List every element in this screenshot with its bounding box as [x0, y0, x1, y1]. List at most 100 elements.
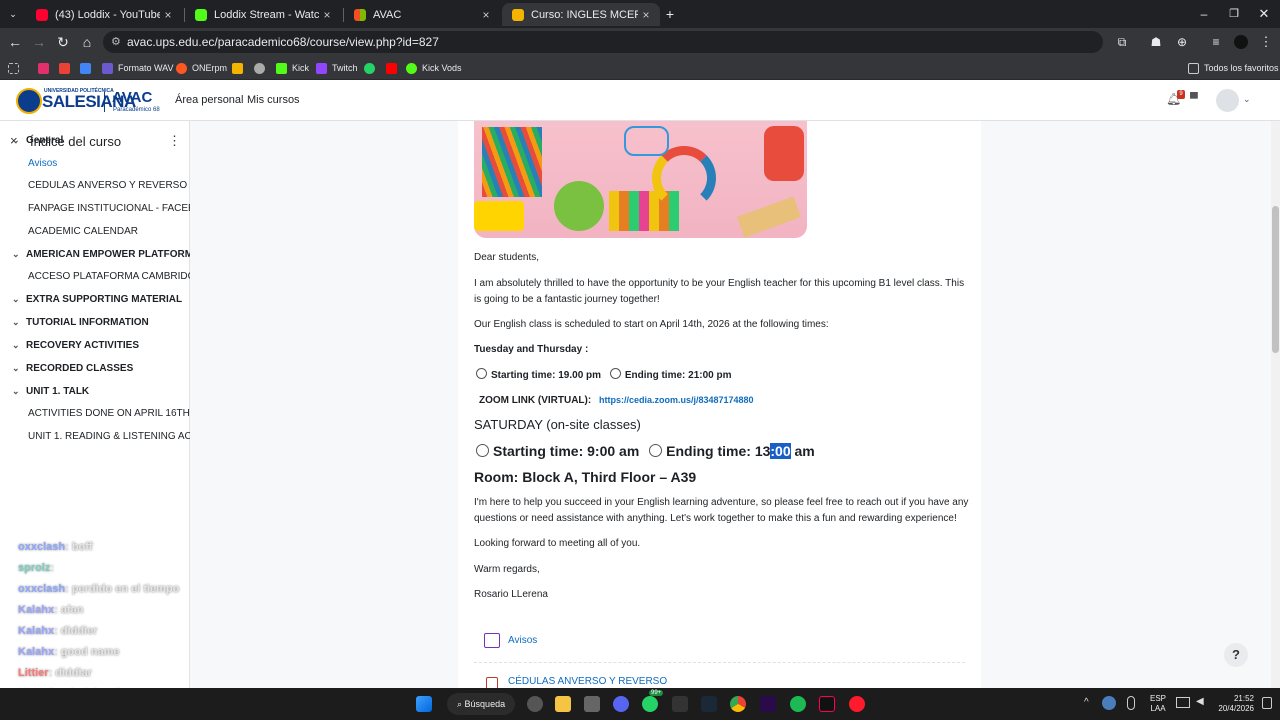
bookmark-onerpm[interactable]: ONErpm: [176, 61, 227, 75]
chevron-down-icon[interactable]: ⌄: [12, 340, 20, 351]
activity-avisos-link[interactable]: Avisos: [508, 635, 537, 646]
app-icon[interactable]: [584, 696, 600, 712]
tab-course[interactable]: Curso: INGLES MCER B1 13027 ×: [502, 3, 660, 26]
premiere-icon[interactable]: [760, 696, 776, 712]
chrome-icon[interactable]: [730, 696, 746, 712]
extension-icon[interactable]: ☗: [1148, 34, 1164, 50]
extensions-icon[interactable]: ⧉: [1114, 34, 1130, 50]
course-section[interactable]: ⌄ General: [0, 135, 190, 146]
help-button[interactable]: ?: [1224, 643, 1248, 667]
bookmark-gmail[interactable]: [59, 61, 75, 75]
chevron-down-icon[interactable]: ⌄: [12, 294, 20, 305]
apps-icon[interactable]: [8, 61, 24, 75]
chevron-down-icon[interactable]: ⌄: [12, 135, 20, 146]
tab-youtube[interactable]: (43) Loddix - YouTube ×: [26, 3, 182, 26]
close-icon[interactable]: ×: [160, 8, 176, 22]
address-bar[interactable]: ⚙ avac.ups.edu.ec/paracademico68/course/…: [103, 31, 1103, 53]
close-icon[interactable]: ×: [319, 8, 335, 22]
chevron-down-icon[interactable]: ⌄: [12, 249, 20, 260]
chevron-down-icon[interactable]: ⌄: [1243, 94, 1251, 105]
spotify-icon[interactable]: [790, 696, 806, 712]
activity-cedulas-link[interactable]: CÉDULAS ANVERSO Y REVERSO: [508, 676, 667, 687]
clock[interactable]: 21:52 20/4/2026: [1212, 694, 1254, 714]
whatsapp-icon[interactable]: [642, 696, 658, 712]
nav-area-personal[interactable]: Área personal: [175, 94, 244, 106]
back-icon[interactable]: ←: [7, 34, 23, 50]
extension-icon[interactable]: ⊕: [1174, 34, 1190, 50]
bookmark-youtube[interactable]: [386, 61, 402, 75]
course-activity[interactable]: ACTIVITIES DONE ON APRIL 16TH: [0, 408, 190, 419]
tab-kick[interactable]: Loddix Stream - Watch Live on ×: [185, 3, 341, 26]
epic-games-icon[interactable]: [672, 696, 688, 712]
start-icon[interactable]: [416, 696, 432, 712]
onedrive-icon[interactable]: [1102, 696, 1116, 710]
tab-search-icon[interactable]: ⌄: [5, 6, 21, 22]
bookmark-twitch[interactable]: Twitch: [316, 61, 358, 75]
bookmark-kick[interactable]: Kick: [276, 61, 309, 75]
close-icon[interactable]: ×: [638, 8, 654, 22]
messages-icon[interactable]: ▀: [1190, 93, 1198, 105]
new-tab-button[interactable]: +: [662, 6, 678, 22]
all-favorites[interactable]: Todos los favoritos: [1188, 61, 1279, 75]
network-icon[interactable]: [1176, 697, 1190, 708]
tab-avac[interactable]: AVAC ×: [344, 3, 500, 26]
bookmark-formato-wav[interactable]: Formato WAV: [102, 61, 174, 75]
clock-icon: [476, 444, 489, 457]
input-language[interactable]: ESP LAA: [1150, 694, 1166, 714]
bookmark-office[interactable]: [232, 61, 248, 75]
chevron-down-icon[interactable]: ⌄: [12, 363, 20, 374]
task-view-icon[interactable]: [527, 696, 543, 712]
bookmark-kick-vods[interactable]: Kick Vods: [406, 61, 462, 75]
zoom-link[interactable]: https://cedia.zoom.us/j/83487174880: [599, 395, 754, 405]
close-icon[interactable]: ×: [478, 8, 494, 22]
nav-mis-cursos[interactable]: Mis cursos: [247, 94, 300, 106]
tray-chevron-icon[interactable]: ^: [1084, 697, 1089, 708]
forward-icon[interactable]: →: [31, 34, 47, 50]
course-section[interactable]: ⌄ UNIT 1. TALK: [0, 386, 190, 397]
course-activity[interactable]: UNIT 1. READING & LISTENING AC...: [0, 431, 190, 442]
folder-icon: [1188, 62, 1199, 74]
index-item-label: RECOVERY ACTIVITIES: [26, 340, 139, 351]
opera-icon[interactable]: [849, 696, 865, 712]
site-info-icon[interactable]: ⚙: [111, 35, 121, 48]
bookmark-chatgpt[interactable]: [254, 61, 270, 75]
notifications-icon[interactable]: [1262, 697, 1272, 709]
window-close-icon[interactable]: ✕: [1256, 6, 1272, 22]
bookmark-label: Formato WAV: [118, 63, 174, 73]
media-icon[interactable]: ≡: [1208, 34, 1224, 50]
microphone-icon[interactable]: [1127, 696, 1135, 710]
course-activity[interactable]: Avisos: [0, 158, 190, 169]
taskbar-search[interactable]: ⌕ Búsqueda: [447, 693, 515, 715]
volume-icon[interactable]: ◀: [1196, 696, 1204, 707]
maximize-icon[interactable]: ❐: [1226, 6, 1242, 22]
bookmark-instagram[interactable]: [38, 61, 54, 75]
course-activity[interactable]: CÉDULAS ANVERSO Y REVERSO: [0, 180, 190, 191]
minimize-icon[interactable]: –: [1196, 6, 1212, 22]
bookmark-drive[interactable]: [80, 61, 96, 75]
menu-icon[interactable]: ⋮: [1258, 34, 1274, 50]
steam-icon[interactable]: [701, 696, 717, 712]
profile-icon[interactable]: [1234, 35, 1248, 49]
reload-icon[interactable]: ↻: [55, 34, 71, 50]
discord-icon[interactable]: [613, 696, 629, 712]
course-section[interactable]: ⌄ RECOVERY ACTIVITIES: [0, 340, 190, 351]
selected-text[interactable]: :00: [770, 443, 791, 459]
course-section[interactable]: ⌄ EXTRA SUPPORTING MATERIAL: [0, 294, 190, 305]
course-activity[interactable]: ACCESO PLATAFORMA CAMBRIDGE: [0, 271, 190, 282]
course-activity[interactable]: FANPAGE INSTITUCIONAL - FACEB...: [0, 203, 190, 214]
course-section[interactable]: ⌄ TUTORIAL INFORMATION: [0, 317, 190, 328]
brand-name[interactable]: AVAC: [112, 89, 152, 106]
course-section[interactable]: ⌄ RECORDED CLASSES: [0, 363, 190, 374]
course-activity[interactable]: ACADEMIC CALENDAR: [0, 226, 190, 237]
chevron-down-icon[interactable]: ⌄: [12, 386, 20, 397]
home-icon[interactable]: ⌂: [79, 34, 95, 50]
bookmark-whatsapp[interactable]: [364, 61, 380, 75]
page-scrollbar[interactable]: [1271, 121, 1280, 688]
chat-message: Kalahx: good name: [18, 646, 119, 658]
tiktok-icon[interactable]: [819, 696, 835, 712]
file-explorer-icon[interactable]: [555, 696, 571, 712]
scrollbar-thumb[interactable]: [1272, 206, 1279, 353]
chevron-down-icon[interactable]: ⌄: [12, 317, 20, 328]
course-section[interactable]: ⌄ AMERICAN EMPOWER PLATFORM: [0, 249, 190, 260]
avatar[interactable]: [1216, 89, 1239, 112]
